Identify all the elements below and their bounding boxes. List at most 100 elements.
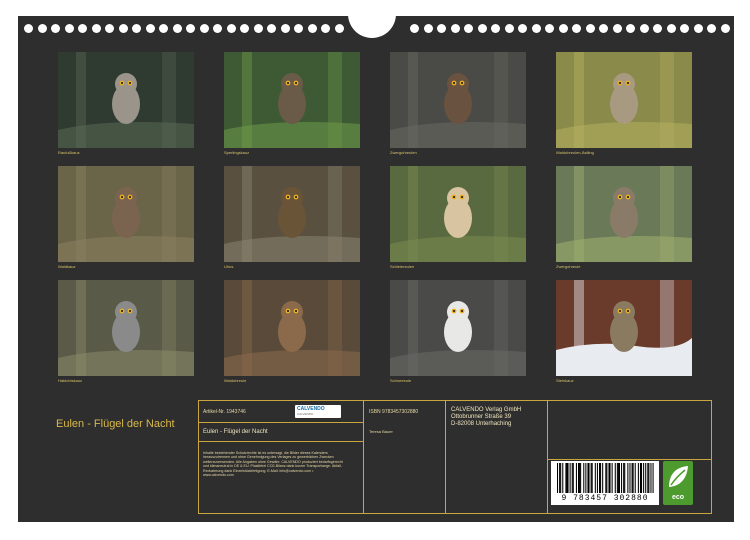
eco-label: eco [671,494,685,501]
publisher-city: D-82008 Unterhaching [451,421,512,427]
binding-hole [423,24,433,33]
binding-hole [118,24,128,33]
owl-photo-art [390,52,526,148]
owl-photo-art [556,166,692,262]
owl-photo-art [556,52,692,148]
binding-hole [518,24,527,33]
owl-photo [556,166,692,262]
calendar-title: Eulen - Flügel der Nacht [203,429,268,435]
binding-hole [693,24,703,33]
owl-photo [224,280,360,376]
photo-caption: Zwergohreule [556,264,581,269]
binding-hole [105,24,114,33]
owl-photo-art [390,166,526,262]
binding-hole [213,24,222,33]
binding-hole [91,24,101,33]
binding-hole [78,24,87,33]
binding-hole [410,24,419,33]
binding-hole [226,24,236,33]
binding-hole [145,24,155,33]
binding-hole [477,24,487,33]
binding-hole [437,24,446,33]
owl-photo-art [556,280,692,376]
binding-hole [307,24,317,33]
owl-photo [390,52,526,148]
binding-hole [585,24,595,33]
owl-photo-art [390,280,526,376]
binding-hole [531,24,541,33]
owl-photo [556,52,692,148]
binding-hole [199,24,209,33]
binding-hole [132,24,141,33]
binding-hole [64,24,74,33]
owl-photo [58,52,194,148]
owl-photo-art [224,280,360,376]
info-panel: Artikel-Nr. 1943746 CALVENDO CALVENDO Eu… [198,400,712,514]
owl-photo [390,280,526,376]
binding-hole [680,24,689,33]
binding-hole [253,24,263,33]
binding-hole [666,24,676,33]
binding-hole [37,24,47,33]
divider [199,422,363,423]
owl-photo-art [224,52,360,148]
binding-hole [321,24,330,33]
barcode: 9 783457 302880 [551,461,659,505]
calendar-board: Raufußkauz Sperlingskauz Zwergohreulen Wald… [18,14,734,522]
binding-hole [240,24,249,33]
binding-hole [504,24,514,33]
photo-caption: Uhus [224,264,234,269]
binding-hole [51,24,60,33]
owl-photo [224,52,360,148]
owl-photo-art [224,166,360,262]
photo-caption: Waldohreule [224,378,247,383]
calendar-back-page: Raufußkauz Sperlingskauz Zwergohreulen Wald… [0,0,750,540]
photo-caption: Sperlingskauz [224,150,250,155]
cover-title: Eulen - Flügel der Nacht [56,418,175,430]
legal-text: Inhalte bestehender Schutzrechte ist es … [203,451,343,478]
article-number: Artikel-Nr. 1943746 [203,409,246,415]
logo-subtext: CALVENDO [297,412,314,416]
owl-photo [390,166,526,262]
photo-caption: Steinkauz [556,378,574,383]
binding-hole [172,24,182,33]
binding-hole [612,24,622,33]
binding-hole [707,24,716,33]
binding-hole [572,24,581,33]
photo-caption: Zwergohreulen [390,150,417,155]
binding-hole [267,24,276,33]
binding-hole [450,24,460,33]
owl-photo [58,166,194,262]
photo-caption: Waldkauz [58,264,76,269]
owl-photo [556,280,692,376]
calvendo-logo: CALVENDO CALVENDO [295,405,341,418]
owl-photo-art [58,166,194,262]
divider [547,459,711,460]
isbn: ISBN 9783457302880 [369,409,419,415]
leaf-icon [669,466,688,487]
binding-hole [464,24,473,33]
photo-caption: Habichtskauz [58,378,83,383]
binding-hole [280,24,290,33]
photo-caption: Waldohreulen-Ästling [556,150,594,155]
owl-photo-art [58,280,194,376]
divider [547,401,548,513]
binding-hole [639,24,649,33]
publisher-street: Ottobrunner Straße 39 [451,414,512,420]
photo-caption: Schleiereulen [390,264,415,269]
binding-hole [491,24,500,33]
binding-hole [159,24,168,33]
binding-hole [653,24,662,33]
binding-hole [545,24,554,33]
binding-hole [558,24,568,33]
binding-hole [626,24,635,33]
photo-caption: Schneeeule [390,378,412,383]
owl-photo [58,280,194,376]
barcode-bars [557,463,654,493]
publisher-name: CALVENDO Verlag GmbH [451,407,522,413]
binding-hole [599,24,608,33]
binding-hole [186,24,195,33]
barcode-digits: 9 783457 302880 [561,494,649,503]
photo-caption: Raufußkauz [58,150,80,155]
owl-photo [224,166,360,262]
